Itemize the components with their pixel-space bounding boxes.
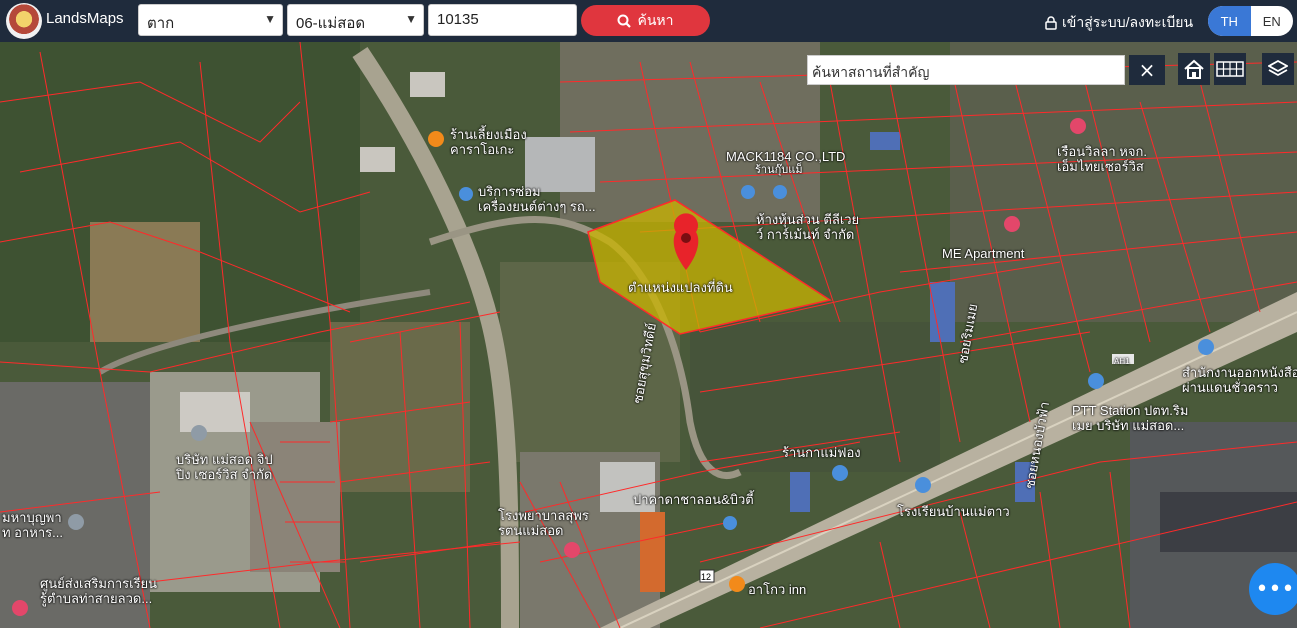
map-label: เรือนวิลลา หจก. เอ็มไทยเซอร์วิส <box>1057 144 1147 174</box>
poi-pin-icon[interactable] <box>428 131 444 147</box>
map-label: มหาบุญพา ท อาหาร... <box>2 510 63 540</box>
map-label: PTT Station ปตท.ริม เมย บริษัท แม่สอด... <box>1072 403 1189 433</box>
map-label: MACK1184 CO.,LTD <box>726 149 846 164</box>
map-label: ร้านกาแม่ฟอง <box>782 445 861 460</box>
chevron-down-icon: ▼ <box>264 12 276 26</box>
poi-pin-icon[interactable] <box>12 600 28 616</box>
map-canvas[interactable]: ร้านเลี้ยงเมือง คาราโอเกะ บริการซ่อม เคร… <box>0 42 1297 628</box>
map-label: ปาคาดาชาลอน&บิวตี้ <box>633 492 754 507</box>
map-label: ME Apartment <box>942 246 1025 261</box>
lang-en-button[interactable]: EN <box>1251 6 1294 36</box>
map-label: อาโกว inn <box>748 582 807 597</box>
grid-button[interactable] <box>1214 53 1246 85</box>
poi-pin-icon[interactable] <box>459 187 473 201</box>
poi-pin-icon[interactable] <box>832 465 848 481</box>
map-label: ห้างหุ้นส่วน ตีลีเวย ว์ การ์เม้นท์ จำกัด <box>756 212 860 242</box>
hospital-pin-icon[interactable] <box>564 542 580 558</box>
map-label: บริษัท แม่สอด จิป ปิง เซอร์วิส จำกัด <box>176 452 273 482</box>
language-toggle: TH EN <box>1208 6 1293 36</box>
home-icon <box>1184 59 1204 79</box>
map-label: ร้านกุ๊บแม็ <box>755 164 803 176</box>
chevron-down-icon: ▼ <box>405 12 417 26</box>
poi-pin-icon[interactable] <box>1070 118 1086 134</box>
lock-icon <box>1045 16 1057 30</box>
poi-pin-icon[interactable] <box>1198 339 1214 355</box>
clear-search-button[interactable]: × <box>1129 55 1165 85</box>
poi-pin-icon[interactable] <box>191 425 207 441</box>
map-label: ศูนย์ส่งเสริมการเรียน รู้ตำบลท่าสายลวด..… <box>40 576 158 606</box>
search-icon <box>617 14 632 28</box>
brand-name: LandsMaps <box>46 10 124 27</box>
poi-pin-icon[interactable] <box>68 514 84 530</box>
poi-pin-icon[interactable] <box>1004 216 1020 232</box>
map-label: โรงเรียนบ้านแม่ตาว <box>897 504 1010 519</box>
close-icon: × <box>1138 58 1156 82</box>
ellipsis-icon: ••• <box>1255 576 1295 602</box>
province-value: ตาก <box>147 15 175 32</box>
poi-pin-icon[interactable] <box>773 185 787 199</box>
district-select[interactable]: 06-แม่สอด ▼ <box>287 4 424 36</box>
restaurant-pin-icon[interactable] <box>729 576 745 592</box>
grid-icon <box>1216 61 1244 77</box>
province-select[interactable]: ตาก ▼ <box>138 4 283 36</box>
home-button[interactable] <box>1178 53 1210 85</box>
map-label: สำนักงานออกหนังสือ ผ่านแดนชั่วคราว <box>1182 365 1297 395</box>
more-options-button[interactable]: ••• <box>1249 563 1297 615</box>
place-search-placeholder: ค้นหาสถานที่สำคัญ <box>812 64 930 80</box>
search-button-label: ค้นหา <box>637 11 674 28</box>
poi-pin-icon[interactable] <box>741 185 755 199</box>
route-number: 12 <box>701 572 712 582</box>
parcel-number-value: 10135 <box>437 11 479 28</box>
top-bar: LandsMaps ตาก ▼ 06-แม่สอด ▼ 10135 ค้นหา … <box>0 0 1297 42</box>
map-label: ร้านเลี้ยงเมือง คาราโอเกะ <box>450 127 527 157</box>
landsmaps-logo[interactable] <box>6 3 42 39</box>
place-search-input[interactable]: ค้นหาสถานที่สำคัญ <box>807 55 1125 85</box>
poi-pin-icon[interactable] <box>1088 373 1104 389</box>
poi-pin-icon[interactable] <box>723 516 737 530</box>
login-label: เข้าสู่ระบบ/ลงทะเบียน <box>1062 14 1194 30</box>
layers-icon <box>1268 59 1288 77</box>
login-link[interactable]: เข้าสู่ระบบ/ลงทะเบียน <box>1045 12 1193 34</box>
layers-button[interactable] <box>1262 53 1294 85</box>
lang-th-button[interactable]: TH <box>1208 6 1251 36</box>
district-value: 06-แม่สอด <box>296 15 366 32</box>
search-button[interactable]: ค้นหา <box>581 5 710 36</box>
route-number: AH1 <box>1114 357 1130 366</box>
poi-pin-icon[interactable] <box>915 477 931 493</box>
parcel-location-label: ตำแหน่งแปลงที่ดิน <box>628 280 733 295</box>
map-label: โรงพยาบาลสุพร รตนแม่สอด <box>498 508 589 538</box>
parcel-number-input[interactable]: 10135 <box>428 4 577 36</box>
map-label: บริการซ่อม เครื่องยนต์ต่างๆ รถ... <box>478 184 596 214</box>
